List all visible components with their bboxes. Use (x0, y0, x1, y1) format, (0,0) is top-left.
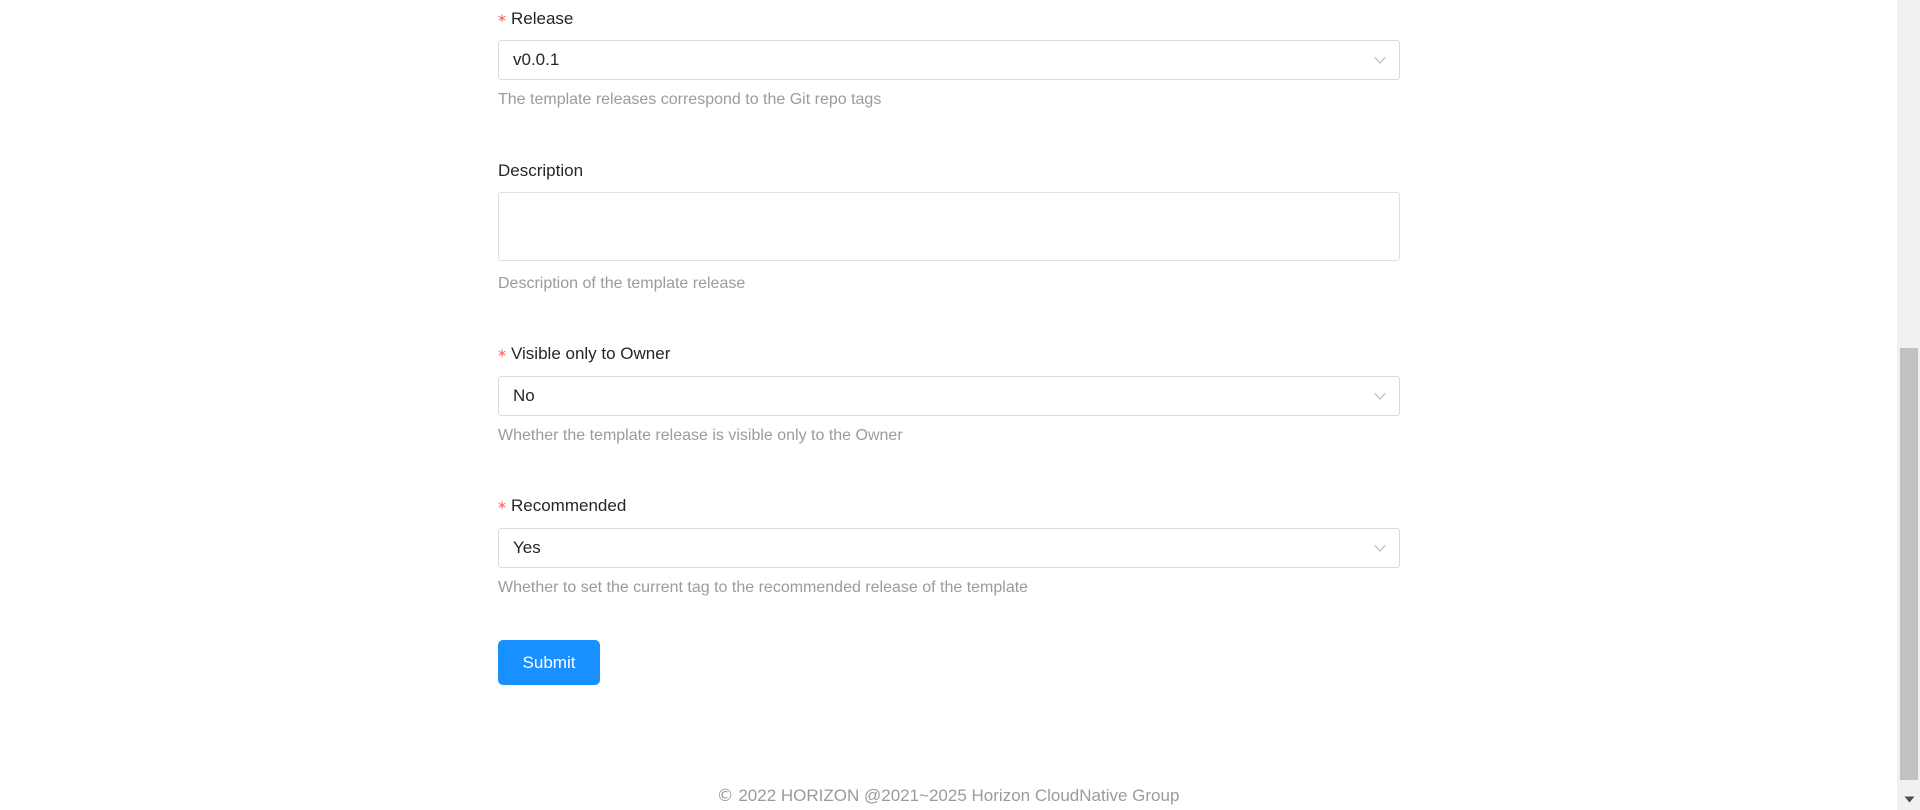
release-help-text: The template releases correspond to the … (498, 91, 882, 108)
scrollbar-thumb[interactable] (1900, 348, 1918, 780)
chevron-down-icon[interactable] (1373, 53, 1387, 67)
copyright-icon: © (716, 786, 734, 806)
release-select-value: v0.0.1 (513, 50, 560, 69)
field-release-label: * Release (498, 8, 1400, 30)
field-description-label-text: Description (498, 161, 584, 180)
recommended-select[interactable]: Yes (498, 528, 1400, 568)
chevron-down-icon[interactable] (1373, 541, 1387, 555)
field-release-label-text: Release (511, 9, 574, 28)
page-root: * Release v0.0.1 The template releases co… (0, 0, 1920, 810)
visible-only-to-owner-select-value: No (513, 386, 535, 405)
recommended-select-value: Yes (513, 538, 541, 557)
footer-text: 2022 HORIZON @2021~2025 Horizon CloudNat… (738, 786, 1180, 805)
scroll-content: * Release v0.0.1 The template releases co… (0, 0, 1896, 810)
recommended-help-text: Whether to set the current tag to the re… (498, 579, 1029, 596)
footer: © 2022 HORIZON @2021~2025 Horizon CloudN… (0, 785, 1896, 807)
field-recommended-label: * Recommended (498, 495, 1400, 517)
field-visible-only-to-owner-label: * Visible only to Owner (498, 343, 1400, 365)
visible-only-to-owner-help-text: Whether the template release is visible … (498, 427, 903, 444)
field-release: * Release v0.0.1 The template releases co… (498, 8, 1400, 110)
required-asterisk-icon: * (498, 346, 506, 365)
description-input[interactable] (498, 192, 1400, 261)
field-visible-only-to-owner-label-text: Visible only to Owner (511, 344, 671, 363)
required-asterisk-icon: * (498, 11, 506, 30)
scrollbar-arrow-down-button[interactable] (1897, 788, 1920, 810)
submit-button[interactable]: Submit (498, 640, 600, 685)
release-select[interactable]: v0.0.1 (498, 40, 1400, 80)
field-description-label: Description (498, 160, 1400, 182)
triangle-down-icon (1904, 796, 1915, 803)
field-description: Description Description of the template … (498, 160, 1400, 294)
field-recommended-label-text: Recommended (511, 496, 627, 515)
field-visible-only-to-owner: * Visible only to Owner No Whether the te… (498, 343, 1400, 446)
required-asterisk-icon: * (498, 498, 506, 517)
chevron-down-icon[interactable] (1373, 389, 1387, 403)
vertical-scrollbar[interactable] (1896, 0, 1920, 810)
visible-only-to-owner-select[interactable]: No (498, 376, 1400, 416)
description-help-text: Description of the template release (498, 275, 746, 292)
field-recommended: * Recommended Yes Whether to set the curr… (498, 495, 1400, 598)
